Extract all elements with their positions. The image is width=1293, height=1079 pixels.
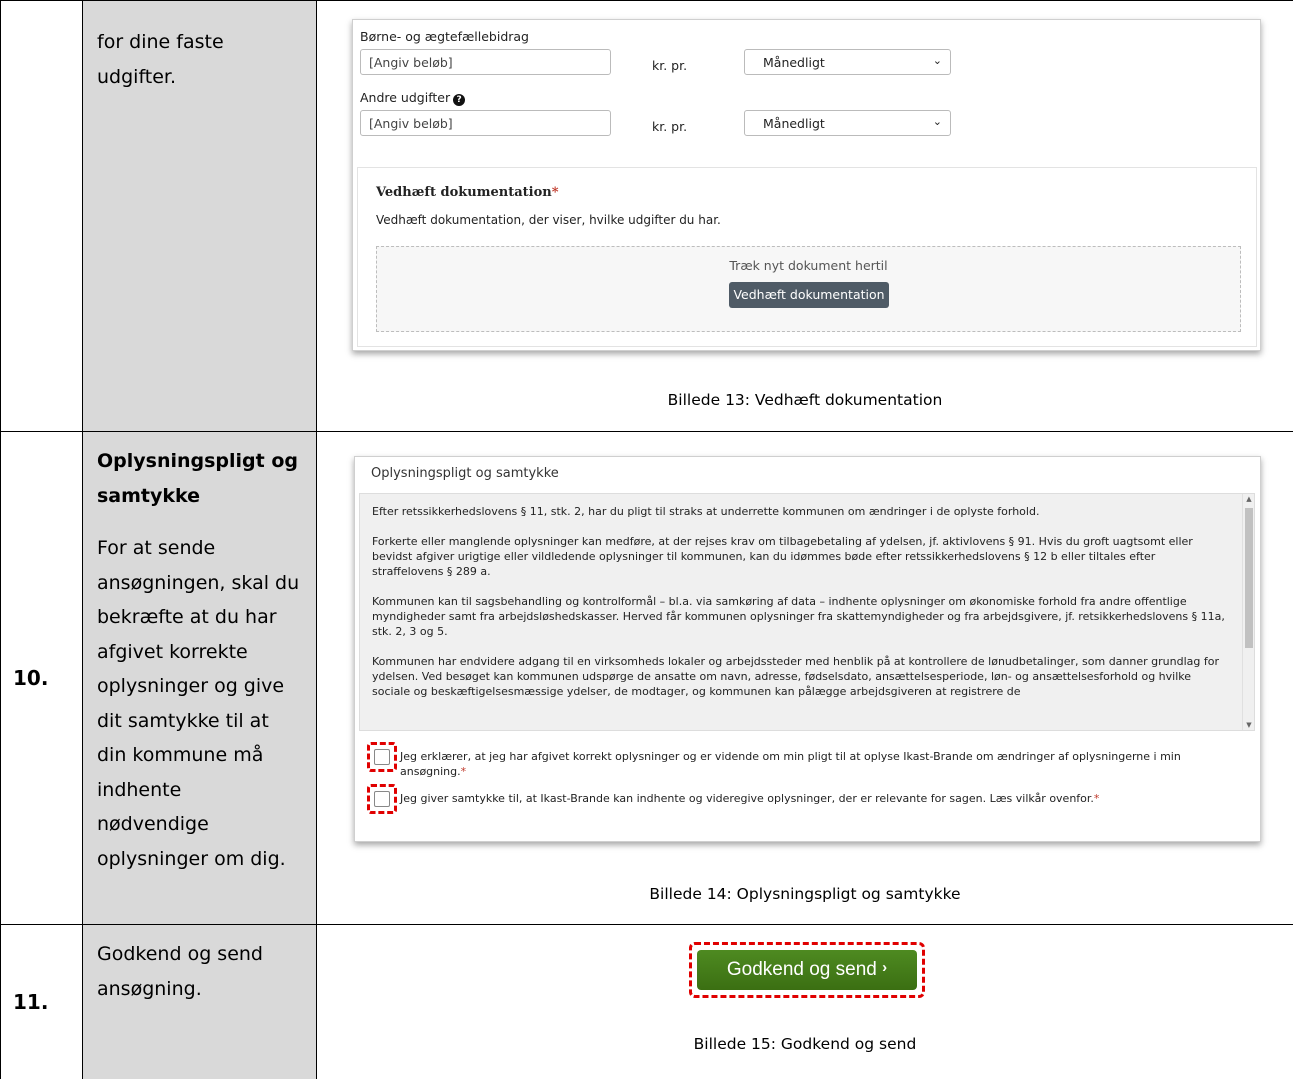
- currency-unit-label: kr. pr.: [652, 58, 688, 73]
- consent-label: Jeg giver samtykke til, at Ikast-Brande …: [400, 791, 1245, 806]
- scroll-down-icon[interactable]: ▼: [1243, 721, 1254, 729]
- declaration-label: Jeg erklærer, at jeg har afgivet korrekt…: [400, 749, 1245, 779]
- description-line: ansøgningen, skal du: [97, 571, 300, 594]
- file-dropzone[interactable]: Træk nyt dokument hertil Vedhæft dokumen…: [376, 246, 1241, 332]
- screenshot-cell: Godkend og send › Billede 15: Godkend og…: [316, 924, 1293, 1079]
- step-description: for dine faste udgifter.: [83, 1, 316, 94]
- currency-unit-label: kr. pr.: [652, 119, 688, 134]
- consent-screenshot: Oplysningspligt og samtykke Efter retssi…: [354, 456, 1261, 842]
- step-description: Godkend og send ansøgning.: [83, 925, 316, 1006]
- child-support-label: Børne- og ægtefællebidrag: [360, 29, 529, 44]
- select-value: Månedligt: [763, 116, 825, 131]
- terms-text: Efter retssikkerhedslovens § 11, stk. 2,…: [372, 504, 1230, 714]
- child-support-amount-input[interactable]: [Angiv beløb]: [360, 49, 611, 75]
- description-line: indhente: [97, 778, 182, 801]
- terms-text-box[interactable]: Efter retssikkerhedslovens § 11, stk. 2,…: [359, 493, 1255, 731]
- other-expenses-label: Andre udgifter?: [360, 90, 466, 106]
- dropzone-text: Træk nyt dokument hertil: [729, 258, 888, 273]
- select-value: Månedligt: [763, 55, 825, 70]
- step-title-line: Oplysningspligt og: [97, 450, 299, 472]
- step-description: Oplysningspligt og samtykke For at sende…: [83, 432, 316, 876]
- declaration-label-text: Jeg erklærer, at jeg har afgivet korrekt…: [400, 750, 1181, 778]
- step-number-cell: [0, 0, 83, 432]
- required-mark: *: [551, 185, 559, 200]
- approve-and-send-button[interactable]: Godkend og send ›: [697, 950, 917, 990]
- figure-caption: Billede 13: Vedhæft dokumentation: [667, 391, 943, 409]
- consent-label-text: Jeg giver samtykke til, at Ikast-Brande …: [400, 792, 1094, 805]
- expenses-form-screenshot: Børne- og ægtefællebidrag [Angiv beløb] …: [352, 19, 1261, 351]
- chevron-down-icon: ⌄: [932, 115, 942, 128]
- attachment-panel: Vedhæft dokumentation* Vedhæft dokumenta…: [357, 167, 1257, 347]
- description-line: nødvendige: [97, 813, 209, 835]
- step-number-cell: 11.: [0, 924, 83, 1079]
- step-number: 10.: [13, 666, 49, 690]
- instruction-table: for dine faste udgifter. Børne- og ægtef…: [0, 0, 1293, 1079]
- step-description-cell: Godkend og send ansøgning.: [82, 924, 317, 1079]
- table-row: 10. Oplysningspligt og samtykke For at s…: [0, 431, 1293, 925]
- checkbox-highlight: [367, 784, 397, 814]
- consent-heading: Oplysningspligt og samtykke: [371, 466, 559, 481]
- question-circle-icon[interactable]: ?: [453, 94, 466, 106]
- figure-caption: Billede 14: Oplysningspligt og samtykke: [649, 885, 961, 903]
- checkbox-highlight: [367, 742, 397, 772]
- table-row: 11. Godkend og send ansøgning. Godkend o…: [0, 924, 1293, 1079]
- terms-paragraph: Kommunen har endvidere adgang til en vir…: [372, 655, 1219, 698]
- required-mark: *: [1093, 792, 1100, 805]
- attachment-title: Vedhæft dokumentation*: [376, 185, 559, 200]
- attachment-description: Vedhæft dokumentation, der viser, hvilke…: [376, 213, 721, 227]
- required-mark: *: [460, 765, 467, 778]
- scroll-thumb[interactable]: [1245, 508, 1253, 648]
- attach-document-button[interactable]: Vedhæft dokumentation: [729, 282, 889, 308]
- approve-and-send-label: Godkend og send: [726, 959, 877, 980]
- description-line: udgifter.: [97, 65, 177, 88]
- screenshot-cell: Oplysningspligt og samtykke Efter retssi…: [316, 431, 1293, 925]
- other-expenses-frequency-select[interactable]: Månedligt ⌄: [744, 110, 951, 136]
- scroll-up-icon[interactable]: ▲: [1243, 495, 1254, 503]
- step-description-cell: for dine faste udgifter.: [82, 0, 317, 432]
- other-expenses-amount-input[interactable]: [Angiv beløb]: [360, 110, 611, 136]
- chevron-right-icon: ›: [882, 959, 888, 976]
- screenshot-cell: Børne- og ægtefællebidrag [Angiv beløb] …: [316, 0, 1293, 432]
- description-line: bekræfte at du har: [97, 606, 277, 628]
- other-expenses-label-text: Andre udgifter: [360, 90, 451, 105]
- description-line: For at sende: [97, 537, 216, 559]
- description-line: Godkend og send: [97, 943, 263, 965]
- child-support-frequency-select[interactable]: Månedligt ⌄: [744, 49, 951, 75]
- step-title-line: samtykke: [97, 484, 201, 507]
- chevron-down-icon: ⌄: [932, 54, 942, 67]
- terms-paragraph: Forkerte eller manglende oplysninger kan…: [372, 535, 1193, 578]
- figure-caption: Billede 15: Godkend og send: [693, 1035, 917, 1053]
- step-number: 11.: [13, 990, 49, 1014]
- scrollbar[interactable]: ▲ ▼: [1242, 494, 1254, 730]
- description-line: afgivet korrekte: [97, 640, 248, 663]
- description-line: ansøgning.: [97, 977, 202, 1000]
- description-line: for dine faste: [97, 31, 224, 53]
- description-line: dit samtykke til at: [97, 709, 269, 732]
- description-line: oplysninger om dig.: [97, 847, 286, 870]
- description-line: din kommune må: [97, 744, 264, 766]
- terms-paragraph: Efter retssikkerhedslovens § 11, stk. 2,…: [372, 505, 1040, 518]
- attachment-title-text: Vedhæft dokumentation: [376, 185, 552, 200]
- description-line: oplysninger og give: [97, 675, 285, 697]
- terms-paragraph: Kommunen kan til sagsbehandling og kontr…: [372, 595, 1225, 638]
- step-description-cell: Oplysningspligt og samtykke For at sende…: [82, 431, 317, 925]
- step-number-cell: 10.: [0, 431, 83, 925]
- table-row: for dine faste udgifter. Børne- og ægtef…: [0, 0, 1293, 432]
